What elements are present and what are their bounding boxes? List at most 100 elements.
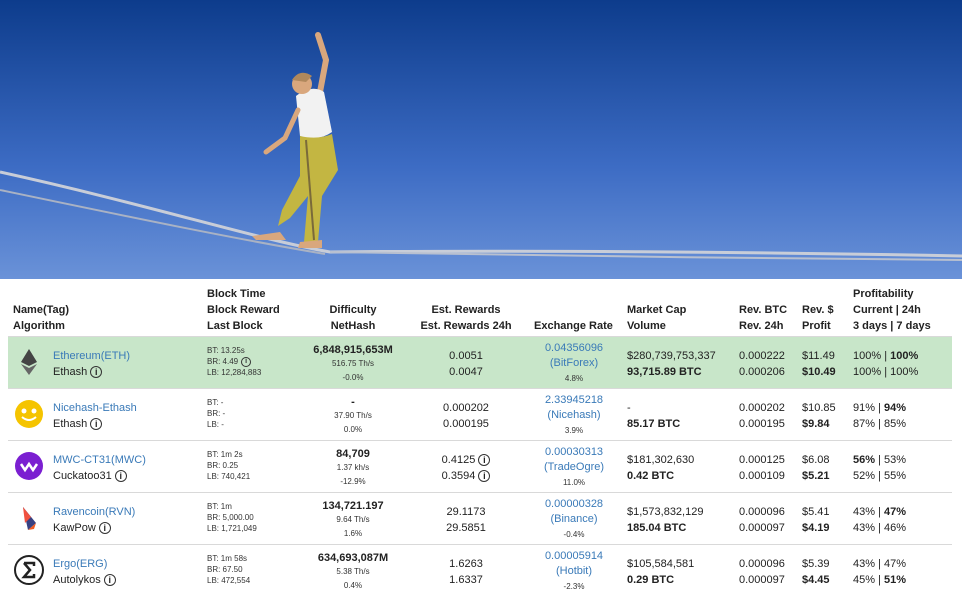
- rev-btc-24h: 0.000195: [739, 418, 785, 430]
- col-block[interactable]: Block Time Block Reward Last Block: [207, 286, 280, 334]
- col-name[interactable]: Name(Tag) Algorithm: [13, 302, 69, 334]
- profitability-3-7-days: 45% | 51%: [853, 574, 907, 586]
- block-time: BT: 1m 2s: [207, 450, 243, 459]
- exchange-rate-link[interactable]: 2.33945218: [526, 393, 622, 408]
- header-nethash: NetHash: [330, 320, 376, 332]
- col-rev-usd[interactable]: Rev. $ Profit: [802, 302, 834, 334]
- info-icon[interactable]: i: [90, 418, 103, 431]
- info-icon[interactable]: i: [103, 574, 116, 587]
- est-rewards-24h: 29.5851: [446, 522, 486, 534]
- profitability-current-24h: 91% | 94%: [853, 402, 907, 414]
- col-rev-btc[interactable]: Rev. BTC Rev. 24h: [739, 302, 787, 334]
- rate-change: -0.4%: [563, 530, 585, 539]
- rev-btc-24h: 0.000109: [739, 470, 785, 482]
- algorithm-label: Autolykos: [53, 574, 101, 586]
- header-market-cap: Market Cap: [627, 304, 687, 316]
- volume: 93,715.89 BTC: [627, 366, 702, 378]
- rate-change: 3.9%: [564, 426, 584, 435]
- info-icon[interactable]: i: [98, 522, 111, 535]
- col-exchange-rate[interactable]: Exchange Rate: [534, 318, 613, 334]
- info-icon[interactable]: i: [241, 356, 252, 367]
- coin-name-link[interactable]: Ravencoin(RVN): [53, 506, 135, 518]
- difficulty-value: 84,709: [336, 448, 370, 460]
- rev-usd: $5.41: [802, 506, 830, 518]
- nethash-value: 516.75 Th/s: [331, 359, 375, 368]
- header-name-tag: Name(Tag): [13, 304, 70, 316]
- last-block: LB: 12,284,883: [207, 368, 262, 377]
- profit-usd: $4.45: [802, 574, 830, 586]
- block-time: BT: 1m 58s: [207, 554, 248, 563]
- table-row[interactable]: Ergo(ERG) Autolykos i BT: 1m 58s BR: 67.5…: [8, 544, 952, 596]
- difficulty-change: 0.0%: [343, 425, 363, 434]
- table-row[interactable]: MWC-CT31(MWC) Cuckatoo31 i BT: 1m 2s BR: …: [8, 440, 952, 492]
- profitability-3-7-days: 52% | 55%: [853, 470, 907, 482]
- exchange-rate-link[interactable]: 0.00030313: [526, 445, 622, 460]
- block-time: BT: 1m: [207, 502, 232, 511]
- est-rewards: 29.1173: [446, 506, 486, 518]
- nethash-value: 9.64 Th/s: [336, 515, 370, 524]
- col-est-rewards[interactable]: Est. Rewards Est. Rewards 24h: [418, 302, 514, 334]
- header-rev-24h: Rev. 24h: [739, 320, 784, 332]
- block-reward: BR: 67.50: [207, 565, 243, 574]
- market-cap: $181,302,630: [627, 454, 695, 466]
- est-rewards-24h: 0.3594: [441, 470, 476, 482]
- profit-usd: $9.84: [802, 418, 830, 430]
- difficulty-change: -0.0%: [342, 373, 364, 382]
- est-rewards: 0.000202: [443, 402, 489, 414]
- exchange-rate-link[interactable]: 0.00000328: [526, 497, 622, 512]
- info-icon[interactable]: i: [90, 366, 103, 379]
- profit-usd: $4.19: [802, 522, 830, 534]
- rev-usd: $5.39: [802, 558, 830, 570]
- exchange-name-link[interactable]: (Nicehash): [526, 408, 622, 423]
- est-rewards-24h: 0.0047: [449, 366, 483, 378]
- rate-change: 11.0%: [562, 478, 586, 487]
- hero-slackline-photo: [0, 0, 962, 279]
- exchange-name-link[interactable]: (TradeOgre): [526, 460, 622, 475]
- last-block: LB: -: [207, 420, 224, 429]
- exchange-name-link[interactable]: (BitForex): [526, 356, 622, 371]
- table-row[interactable]: Ravencoin(RVN) KawPow i BT: 1m BR: 5,000.…: [8, 492, 952, 544]
- exchange-name-link[interactable]: (Hotbit): [526, 564, 622, 579]
- coin-name-link[interactable]: MWC-CT31(MWC): [53, 454, 146, 466]
- block-reward: BR: 4.49 i: [207, 356, 261, 367]
- market-cap: $1,573,832,129: [627, 506, 704, 518]
- algorithm-label: Cuckatoo31: [53, 470, 112, 482]
- coin-name-link[interactable]: Ethereum(ETH): [53, 350, 130, 362]
- rev-usd: $11.49: [802, 350, 835, 362]
- rev-btc: 0.000096: [739, 558, 785, 570]
- header-algorithm: Algorithm: [13, 320, 65, 332]
- header-difficulty: Difficulty: [329, 304, 377, 316]
- profitability-current-24h: 43% | 47%: [853, 558, 907, 570]
- volume: 0.42 BTC: [627, 470, 675, 482]
- coin-name-link[interactable]: Nicehash-Ethash: [53, 402, 137, 414]
- exchange-rate-link[interactable]: 0.04356096: [526, 341, 622, 356]
- exchange-rate-link[interactable]: 0.00005914: [526, 549, 622, 564]
- header-block-reward: Block Reward: [207, 304, 280, 316]
- coin-table: Name(Tag) Algorithm Block Time Block Rew…: [8, 282, 954, 591]
- info-icon[interactable]: i: [478, 470, 491, 483]
- header-profitability: Profitability: [853, 288, 914, 300]
- col-profitability[interactable]: Profitability Current | 24h 3 days | 7 d…: [853, 286, 931, 334]
- rev-btc-24h: 0.000097: [739, 574, 785, 586]
- info-icon[interactable]: i: [478, 454, 491, 467]
- last-block: LB: 472,554: [207, 576, 251, 585]
- table-row[interactable]: Ethereum(ETH) Ethash i BT: 13.25s BR: 4.4…: [8, 336, 952, 388]
- info-icon[interactable]: i: [114, 470, 127, 483]
- difficulty-value: 634,693,087M: [317, 552, 389, 564]
- rev-btc: 0.000096: [739, 506, 785, 518]
- nethash-value: 5.38 Th/s: [336, 567, 370, 576]
- header-3-7-days: 3 days | 7 days: [853, 320, 931, 332]
- col-difficulty[interactable]: Difficulty NetHash: [308, 302, 398, 334]
- est-rewards: 0.4125: [441, 454, 476, 466]
- coin-name-link[interactable]: Ergo(ERG): [53, 558, 107, 570]
- header-current-24h: Current | 24h: [853, 304, 921, 316]
- exchange-name-link[interactable]: (Binance): [526, 512, 622, 527]
- rev-btc: 0.000222: [739, 350, 785, 362]
- nethash-value: 1.37 kh/s: [336, 463, 370, 472]
- header-est-rewards-24h: Est. Rewards 24h: [420, 320, 512, 332]
- col-market-cap[interactable]: Market Cap Volume: [627, 302, 686, 334]
- volume: 0.29 BTC: [627, 574, 675, 586]
- profitability-3-7-days: 43% | 46%: [853, 522, 907, 534]
- block-reward: BR: 5,000.00: [207, 513, 254, 522]
- table-row[interactable]: Nicehash-Ethash Ethash i BT: - BR: - LB: …: [8, 388, 952, 440]
